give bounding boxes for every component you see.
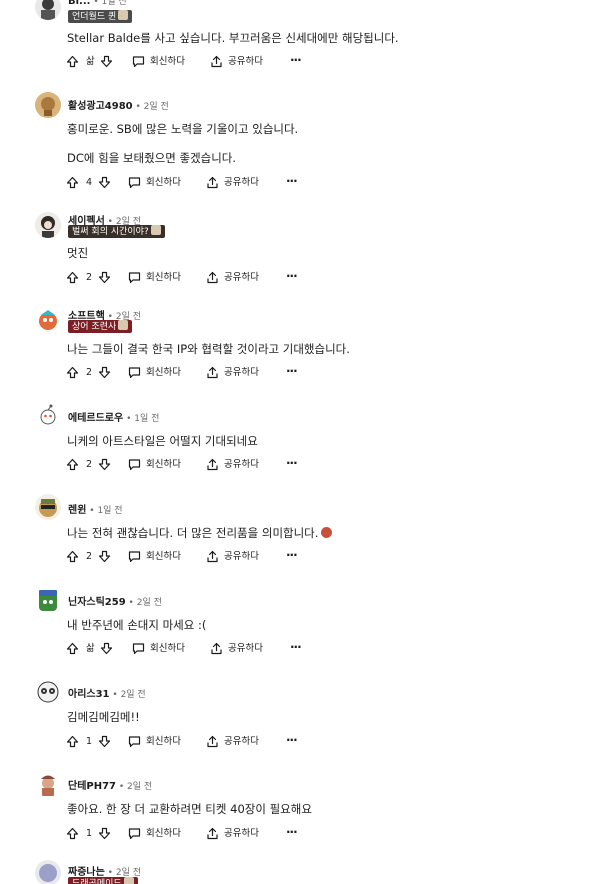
share-label: 공유하다 xyxy=(224,828,259,839)
more-options-button[interactable]: ··· xyxy=(286,825,298,843)
avatar[interactable] xyxy=(35,587,61,613)
avatar[interactable] xyxy=(35,679,61,705)
avatar[interactable] xyxy=(35,0,61,20)
share-label: 공유하다 xyxy=(224,272,259,283)
author-line: 짜증나는 • 2일 전 xyxy=(68,863,141,878)
reply-label: 회신하다 xyxy=(146,551,181,562)
comment-thread: Bi... • 1일 전 언더월드 퀸 Stellar Balde를 사고 싶습니다… xyxy=(0,0,600,884)
avatar[interactable] xyxy=(35,92,61,118)
more-options-button[interactable]: ··· xyxy=(290,53,302,71)
user-flair: 벌써 회의 시간이야? xyxy=(68,225,165,238)
author-line: 활성광고4980 • 2일 전 xyxy=(68,97,169,112)
reply-label: 회신하다 xyxy=(150,643,185,654)
reply-label: 회신하다 xyxy=(146,459,181,470)
timestamp[interactable]: 2일 전 xyxy=(137,598,162,608)
author-line: 렌윈 • 1일 전 xyxy=(68,501,123,516)
more-options-button[interactable]: ··· xyxy=(286,456,298,474)
comment-text: 내 반주년에 손대지 마세요 :( xyxy=(67,618,207,632)
user-flair: 상어 조련사 xyxy=(68,320,133,333)
avatar[interactable] xyxy=(35,307,61,333)
author-line: 에테르드로우 • 1일 전 xyxy=(68,409,159,424)
avatar[interactable] xyxy=(35,403,61,429)
vote-score: 1 xyxy=(86,828,93,839)
avatar[interactable] xyxy=(35,494,61,520)
comment-text: 좋아요. 한 장 더 교환하려면 티켓 40장이 필요해요 xyxy=(67,802,312,816)
share-label: 공유하다 xyxy=(224,551,259,562)
reply-label: 회신하다 xyxy=(150,56,185,67)
share-label: 공유하다 xyxy=(224,459,259,470)
separator-dot: • xyxy=(125,598,137,608)
flair-text: 상어 조련사 xyxy=(72,322,117,332)
emoji-icon xyxy=(321,527,333,538)
separator-dot: • xyxy=(123,414,135,424)
vote-score: 삶 xyxy=(86,643,95,654)
more-options-button[interactable]: ··· xyxy=(286,733,298,751)
author-line: Bi... • 1일 전 xyxy=(68,0,127,7)
flair-emoji-icon xyxy=(123,877,134,884)
username[interactable]: 아리스31 xyxy=(68,689,110,700)
reply-label: 회신하다 xyxy=(146,736,181,747)
more-options-button[interactable]: ··· xyxy=(290,640,302,658)
reply-label: 회신하다 xyxy=(146,828,181,839)
user-flair: 드래곤메이드 xyxy=(68,877,138,884)
separator-dot: • xyxy=(86,506,98,516)
comment-text: DC에 힘을 보태줬으면 좋겠습니다. xyxy=(67,151,237,165)
author-line: 닌자스틱259 • 2일 전 xyxy=(68,593,162,608)
username[interactable]: 활성광고4980 xyxy=(68,101,133,112)
vote-score: 삶 xyxy=(86,56,95,67)
avatar[interactable] xyxy=(35,860,61,884)
comment-text: Stellar Balde를 사고 싶습니다. 부끄러움은 신세대에만 해당됩니… xyxy=(67,31,399,45)
timestamp[interactable]: 1일 전 xyxy=(97,506,122,516)
reply-label: 회신하다 xyxy=(146,177,181,188)
more-options-button[interactable]: ··· xyxy=(286,174,298,192)
separator-dot: • xyxy=(109,690,121,700)
separator-dot: • xyxy=(132,102,144,112)
username[interactable]: 닌자스틱259 xyxy=(68,597,126,608)
vote-score: 2 xyxy=(86,551,93,562)
more-options-button[interactable]: ··· xyxy=(286,364,298,382)
share-label: 공유하다 xyxy=(228,56,263,67)
more-options-button[interactable]: ··· xyxy=(286,269,298,287)
share-label: 공유하다 xyxy=(224,177,259,188)
flair-emoji-icon xyxy=(150,225,161,235)
separator-dot: • xyxy=(90,0,102,7)
comment-text: 홍미로운. SB에 많은 노력을 기울이고 있습니다. xyxy=(67,122,299,136)
username[interactable]: 단테PH77 xyxy=(68,781,116,792)
username[interactable]: 에테르드로우 xyxy=(68,413,123,424)
more-options-button[interactable]: ··· xyxy=(286,548,298,566)
comment-text: 니케의 아트스타일은 어떨지 기대되네요 xyxy=(67,434,258,448)
vote-score: 2 xyxy=(86,367,93,378)
vote-score: 1 xyxy=(86,736,93,747)
avatar[interactable] xyxy=(35,212,61,238)
comment-text: 김메김메김메!! xyxy=(67,710,140,724)
timestamp[interactable]: 1일 전 xyxy=(134,414,159,424)
share-label: 공유하다 xyxy=(228,643,263,654)
separator-dot: • xyxy=(116,782,128,792)
timestamp[interactable]: 1일 전 xyxy=(101,0,126,7)
comment-text: 나는 그들이 결국 한국 IP와 협력할 것이라고 기대했습니다. xyxy=(67,342,350,356)
comment-text: 멋진 xyxy=(67,246,89,260)
flair-text: 드래곤메이드 xyxy=(72,879,122,884)
user-flair: 언더월드 퀸 xyxy=(68,10,133,23)
reply-label: 회신하다 xyxy=(146,272,181,283)
avatar[interactable] xyxy=(35,771,61,797)
flair-emoji-icon xyxy=(118,320,129,330)
vote-score: 4 xyxy=(86,177,93,188)
username[interactable]: 렌윈 xyxy=(68,505,86,516)
flair-text: 언더월드 퀸 xyxy=(72,12,117,22)
vote-score: 2 xyxy=(86,272,93,283)
author-line: 단테PH77 • 2일 전 xyxy=(68,777,152,792)
timestamp[interactable]: 2일 전 xyxy=(144,102,169,112)
author-line: 아리스31 • 2일 전 xyxy=(68,685,146,700)
flair-text: 벌써 회의 시간이야? xyxy=(72,227,149,237)
username[interactable]: Bi... xyxy=(68,0,90,7)
vote-score: 2 xyxy=(86,459,93,470)
share-label: 공유하다 xyxy=(224,736,259,747)
timestamp[interactable]: 2일 전 xyxy=(121,690,146,700)
comment-text: 나는 전혀 괜찮습니다. 더 많은 전리품을 의미합니다. xyxy=(67,525,333,541)
flair-emoji-icon xyxy=(118,10,129,20)
reply-label: 회신하다 xyxy=(146,367,181,378)
share-label: 공유하다 xyxy=(224,367,259,378)
timestamp[interactable]: 2일 전 xyxy=(127,782,152,792)
